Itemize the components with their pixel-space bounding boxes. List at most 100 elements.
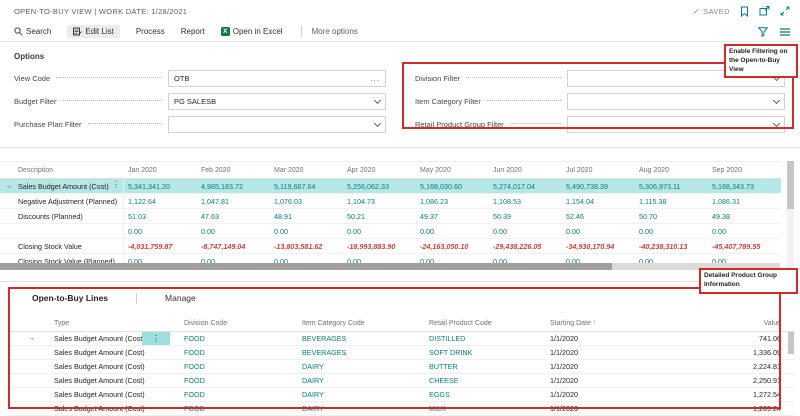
amount-cell[interactable]: 48.91	[270, 209, 343, 223]
amount-cell[interactable]: 0.00	[270, 224, 343, 238]
column-header-sep-2020[interactable]: Sep 2020	[708, 162, 781, 178]
amount-cell[interactable]: 1,076.03	[270, 194, 343, 208]
amount-cell[interactable]: 5,168,030.60	[416, 179, 489, 193]
amount-cell[interactable]: 0.00	[489, 224, 562, 238]
column-header-jun-2020[interactable]: Jun 2020	[489, 162, 562, 178]
option-field-budget-filter: Budget FilterPG SALESB	[14, 93, 386, 110]
amount-cell[interactable]: 1,108.53	[489, 194, 562, 208]
search-button[interactable]: Search	[14, 27, 51, 36]
process-label: Process	[136, 27, 165, 36]
description-text: Closing Stock Value	[18, 242, 82, 251]
amount-cell[interactable]: 50.21	[343, 209, 416, 223]
budget-grid-scrollbar[interactable]	[787, 161, 794, 270]
amount-cell[interactable]: 49.37	[416, 209, 489, 223]
section-divider-2	[0, 281, 800, 282]
amount-cell[interactable]: 50.39	[489, 209, 562, 223]
amount-cell[interactable]: 1,154.04	[562, 194, 635, 208]
amount-cell[interactable]: 4,985,183.72	[197, 179, 270, 193]
amount-cell[interactable]: 1,086.31	[708, 194, 781, 208]
amount-cell[interactable]: 5,490,738.39	[562, 179, 635, 193]
budget-grid-scrollbar-thumb[interactable]	[787, 161, 794, 209]
amount-cell[interactable]: -18,993,883.90	[343, 239, 416, 253]
column-header-description[interactable]: Description	[0, 162, 124, 178]
budget-grid-header: DescriptionJan 2020Feb 2020Mar 2020Apr 2…	[0, 161, 781, 179]
amount-cell[interactable]: 5,274,017.04	[489, 179, 562, 193]
amount-cell[interactable]: 5,306,973.11	[635, 179, 708, 193]
amount-cell[interactable]: 5,341,341.20	[124, 179, 197, 193]
amount-cell[interactable]: -40,238,310.13	[635, 239, 708, 253]
page-title: OPEN-TO-BUY VIEW | WORK DATE: 1/28/2021	[14, 7, 187, 16]
amount-cell[interactable]: 1,086.23	[416, 194, 489, 208]
description-cell[interactable]: Negative Adjustment (Planned)	[0, 194, 124, 208]
horizontal-scrollbar[interactable]	[0, 263, 780, 270]
column-header-jul-2020[interactable]: Jul 2020	[562, 162, 635, 178]
more-options-button[interactable]: More options	[312, 27, 358, 36]
row-menu-button[interactable]: ⋮	[112, 180, 120, 189]
collapse-arrows-icon[interactable]	[780, 6, 790, 16]
option-input-budget-filter[interactable]: PG SALESB	[168, 93, 386, 110]
lookup-ellipsis-icon[interactable]: ...	[370, 77, 380, 81]
budget-row[interactable]: Negative Adjustment (Planned)1,122.641,0…	[0, 194, 781, 209]
amount-cell[interactable]: 1,122.64	[124, 194, 197, 208]
amount-cell[interactable]: 1,047.81	[197, 194, 270, 208]
column-header-apr-2020[interactable]: Apr 2020	[343, 162, 416, 178]
description-cell[interactable]	[0, 224, 124, 238]
description-text: Discounts (Planned)	[18, 212, 83, 221]
amount-cell[interactable]: 1,115.38	[635, 194, 708, 208]
amount-cell[interactable]: 5,119,667.64	[270, 179, 343, 193]
amount-cell[interactable]: 52.46	[562, 209, 635, 223]
lines-scrollbar-thumb[interactable]	[788, 332, 794, 354]
chevron-down-icon[interactable]	[374, 97, 381, 104]
amount-cell[interactable]: 50.70	[635, 209, 708, 223]
column-header-feb-2020[interactable]: Feb 2020	[197, 162, 270, 178]
edit-list-icon	[73, 27, 82, 36]
option-input-view-code[interactable]: OTB...	[168, 70, 386, 87]
budget-grid-body: →Sales Budget Amount (Cost)⋮5,341,341.20…	[0, 179, 781, 269]
column-header-may-2020[interactable]: May 2020	[416, 162, 489, 178]
amount-cell[interactable]: -29,438,226.05	[489, 239, 562, 253]
amount-cell[interactable]: 0.00	[635, 224, 708, 238]
amount-cell[interactable]: 51.03	[124, 209, 197, 223]
budget-row[interactable]: →Sales Budget Amount (Cost)⋮5,341,341.20…	[0, 179, 781, 194]
amount-cell[interactable]: 0.00	[197, 224, 270, 238]
amount-cell[interactable]: 5,168,343.73	[708, 179, 781, 193]
filter-icon[interactable]	[758, 27, 768, 37]
amount-cell[interactable]: 0.00	[708, 224, 781, 238]
amount-cell[interactable]: 0.00	[562, 224, 635, 238]
option-input-purchase-plan-filter[interactable]	[168, 116, 386, 133]
amount-cell[interactable]: -13,803,581.62	[270, 239, 343, 253]
view-options-icon[interactable]	[780, 28, 790, 36]
option-field-view-code: View CodeOTB...	[14, 70, 386, 87]
column-header-jan-2020[interactable]: Jan 2020	[124, 162, 197, 178]
process-button[interactable]: Process	[136, 27, 165, 36]
amount-cell[interactable]: -4,031,759.87	[124, 239, 197, 253]
budget-row[interactable]: Closing Stock Value -4,031,759.87-8,747,1…	[0, 239, 781, 254]
report-button[interactable]: Report	[181, 27, 205, 36]
amount-cell[interactable]: 0.00	[124, 224, 197, 238]
amount-cell[interactable]: 47.63	[197, 209, 270, 223]
more-options-label: More options	[312, 27, 358, 36]
description-cell[interactable]: Discounts (Planned)	[0, 209, 124, 223]
open-in-excel-button[interactable]: X Open in Excel	[221, 27, 283, 36]
amount-cell[interactable]: -45,407,789.55	[708, 239, 781, 253]
open-in-window-icon[interactable]	[759, 6, 770, 16]
amount-cell[interactable]: 0.00	[416, 224, 489, 238]
budget-row[interactable]: 0.000.000.000.000.000.000.000.000.00	[0, 224, 781, 239]
column-header-aug-2020[interactable]: Aug 2020	[635, 162, 708, 178]
edit-list-button[interactable]: Edit List	[67, 25, 119, 38]
amount-cell[interactable]: 5,256,062.33	[343, 179, 416, 193]
column-header-mar-2020[interactable]: Mar 2020	[270, 162, 343, 178]
amount-cell[interactable]: -8,747,149.04	[197, 239, 270, 253]
amount-cell[interactable]: 49.38	[708, 209, 781, 223]
bookmark-icon[interactable]	[740, 6, 749, 17]
budget-row[interactable]: Discounts (Planned)51.0347.6348.9150.214…	[0, 209, 781, 224]
chevron-down-icon[interactable]	[374, 120, 381, 127]
amount-cell[interactable]: 1,104.73	[343, 194, 416, 208]
description-cell[interactable]: Closing Stock Value	[0, 239, 124, 253]
lines-scrollbar[interactable]	[788, 330, 794, 409]
horizontal-scrollbar-thumb[interactable]	[0, 263, 612, 270]
amount-cell[interactable]: -34,930,170.94	[562, 239, 635, 253]
description-cell[interactable]: →Sales Budget Amount (Cost)⋮	[0, 179, 124, 193]
amount-cell[interactable]: 0.00	[343, 224, 416, 238]
amount-cell[interactable]: -24,163,050.10	[416, 239, 489, 253]
